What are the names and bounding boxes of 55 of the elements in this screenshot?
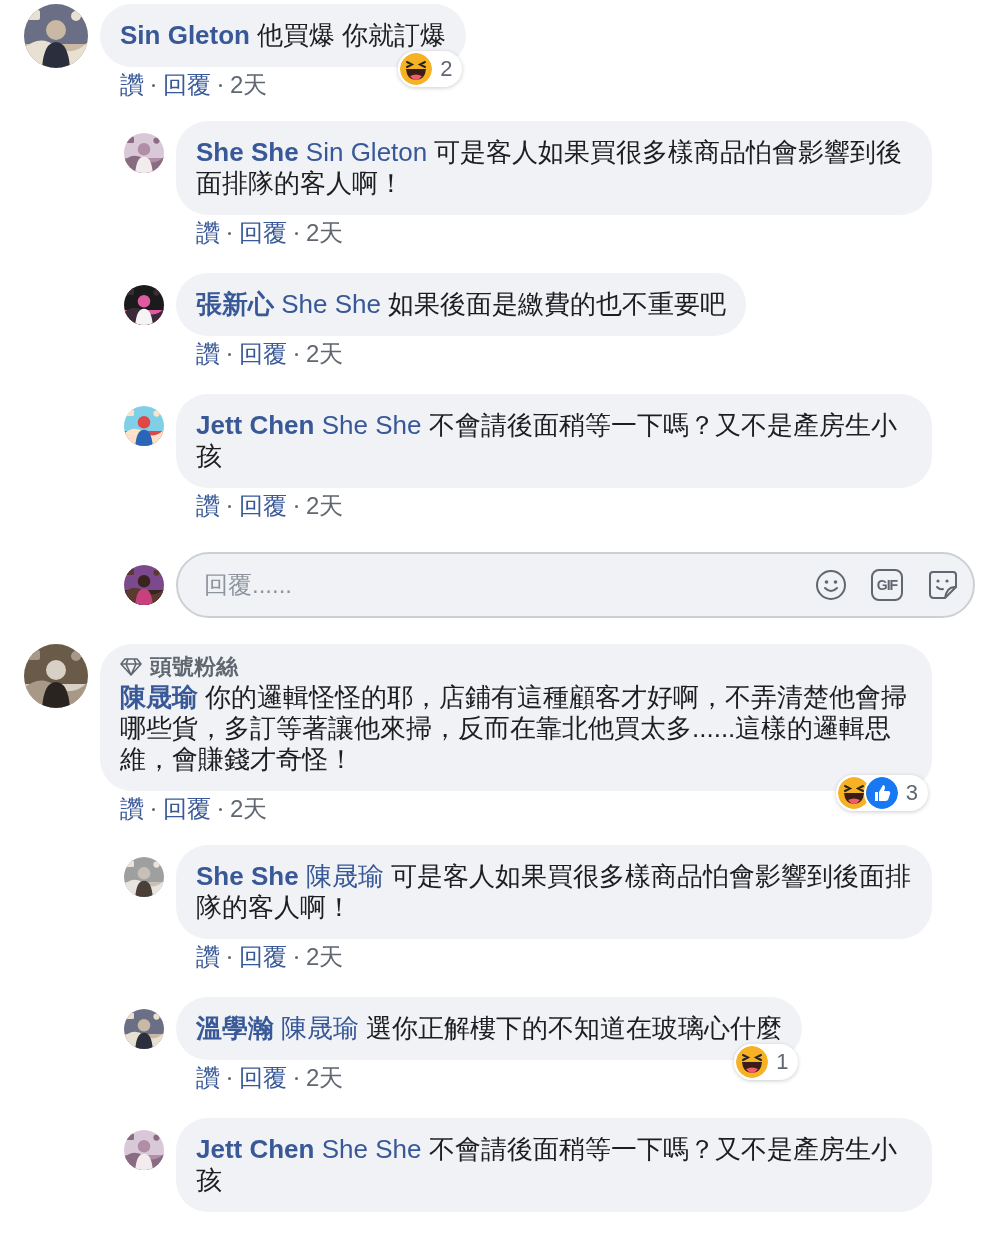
mention-link[interactable]: 陳晟瑜 <box>305 861 384 891</box>
like-link[interactable]: 讚 <box>196 217 220 249</box>
author-link[interactable]: Sin Gleton <box>120 20 250 50</box>
author-link[interactable]: Jett Chen <box>196 410 315 440</box>
like-link[interactable]: 讚 <box>196 490 220 522</box>
comment-text: 陳晟瑜 你的邏輯怪怪的耶，店鋪有這種顧客才好啊，不弄清楚他會掃哪些貨，多訂等著讓他來掃，反而在靠北他買太多......這樣的邏輯思維，會賺錢才奇怪！ <box>120 682 909 775</box>
author-link[interactable]: 張新心 <box>196 289 274 319</box>
mention-link[interactable]: 陳晟瑜 <box>281 1013 360 1043</box>
mention-link[interactable]: Sin Gleton <box>305 137 428 167</box>
comment-text: She She 陳晟瑜 可是客人如果買很多樣商品怕會影響到後面排隊的客人啊！ <box>196 861 912 923</box>
author-link[interactable]: Jett Chen <box>196 1134 315 1164</box>
fan-badge-label: 頭號粉絲 <box>150 653 238 681</box>
reply-link[interactable]: 回覆 <box>239 941 287 973</box>
timestamp: 2天 <box>230 70 268 100</box>
diamond-icon <box>120 658 142 676</box>
timestamp: 2天 <box>306 942 344 972</box>
timestamp: 2天 <box>306 1063 344 1093</box>
reaction-badge[interactable]: 3 <box>835 775 928 811</box>
reply-field[interactable]: 回覆...... GIF <box>176 552 975 618</box>
reply-link[interactable]: 回覆 <box>239 338 287 370</box>
timestamp: 2天 <box>306 218 344 248</box>
mention-link[interactable]: She She <box>281 289 381 319</box>
comment-text: 張新心 She She 如果後面是繳費的也不重要吧 <box>196 289 727 320</box>
gif-button[interactable]: GIF <box>871 569 903 601</box>
comment-text: Jett Chen She She 不會請後面稍等一下嗎？又不是產房生小孩 <box>196 410 898 472</box>
like-link[interactable]: 讚 <box>120 793 144 825</box>
timestamp: 2天 <box>306 491 344 521</box>
timestamp: 2天 <box>230 794 268 824</box>
like-link[interactable]: 讚 <box>196 338 220 370</box>
like-link[interactable]: 讚 <box>196 941 220 973</box>
like-link[interactable]: 讚 <box>196 1062 220 1094</box>
timestamp: 2天 <box>306 339 344 369</box>
author-link[interactable]: 溫學瀚 <box>196 1013 274 1043</box>
reply-link[interactable]: 回覆 <box>163 69 211 101</box>
sticker-icon[interactable] <box>927 569 959 601</box>
reply-link[interactable]: 回覆 <box>239 490 287 522</box>
laughing-emoji-icon <box>398 51 435 87</box>
reply-link[interactable]: 回覆 <box>239 217 287 249</box>
comment-text: Sin Gleton 他買爆 你就訂爆 <box>120 20 447 51</box>
comment-text: Jett Chen She She 不會請後面稍等一下嗎？又不是產房生小孩 <box>196 1134 898 1196</box>
reply-link[interactable]: 回覆 <box>163 793 211 825</box>
mention-link[interactable]: She She <box>321 410 422 440</box>
emoji-icon[interactable] <box>815 569 847 601</box>
author-link[interactable]: She She <box>196 861 299 891</box>
thumbs-up-icon <box>863 775 900 811</box>
comment-text: She She Sin Gleton 可是客人如果買很多樣商品怕會影響到後面排隊的客人啊！ <box>196 137 904 199</box>
reply-link[interactable]: 回覆 <box>239 1062 287 1094</box>
author-link[interactable]: 陳晟瑜 <box>120 682 198 712</box>
author-link[interactable]: She She <box>196 137 299 167</box>
laughing-emoji-icon <box>734 1044 771 1080</box>
comment-text: 溫學瀚 陳晟瑜 選你正解樓下的不知道在玻璃心什麼 <box>196 1013 783 1044</box>
reaction-badge[interactable]: 1 <box>734 1044 799 1080</box>
mention-link[interactable]: She She <box>321 1134 422 1164</box>
like-link[interactable]: 讚 <box>120 69 144 101</box>
reaction-badge[interactable]: 2 <box>398 51 463 87</box>
